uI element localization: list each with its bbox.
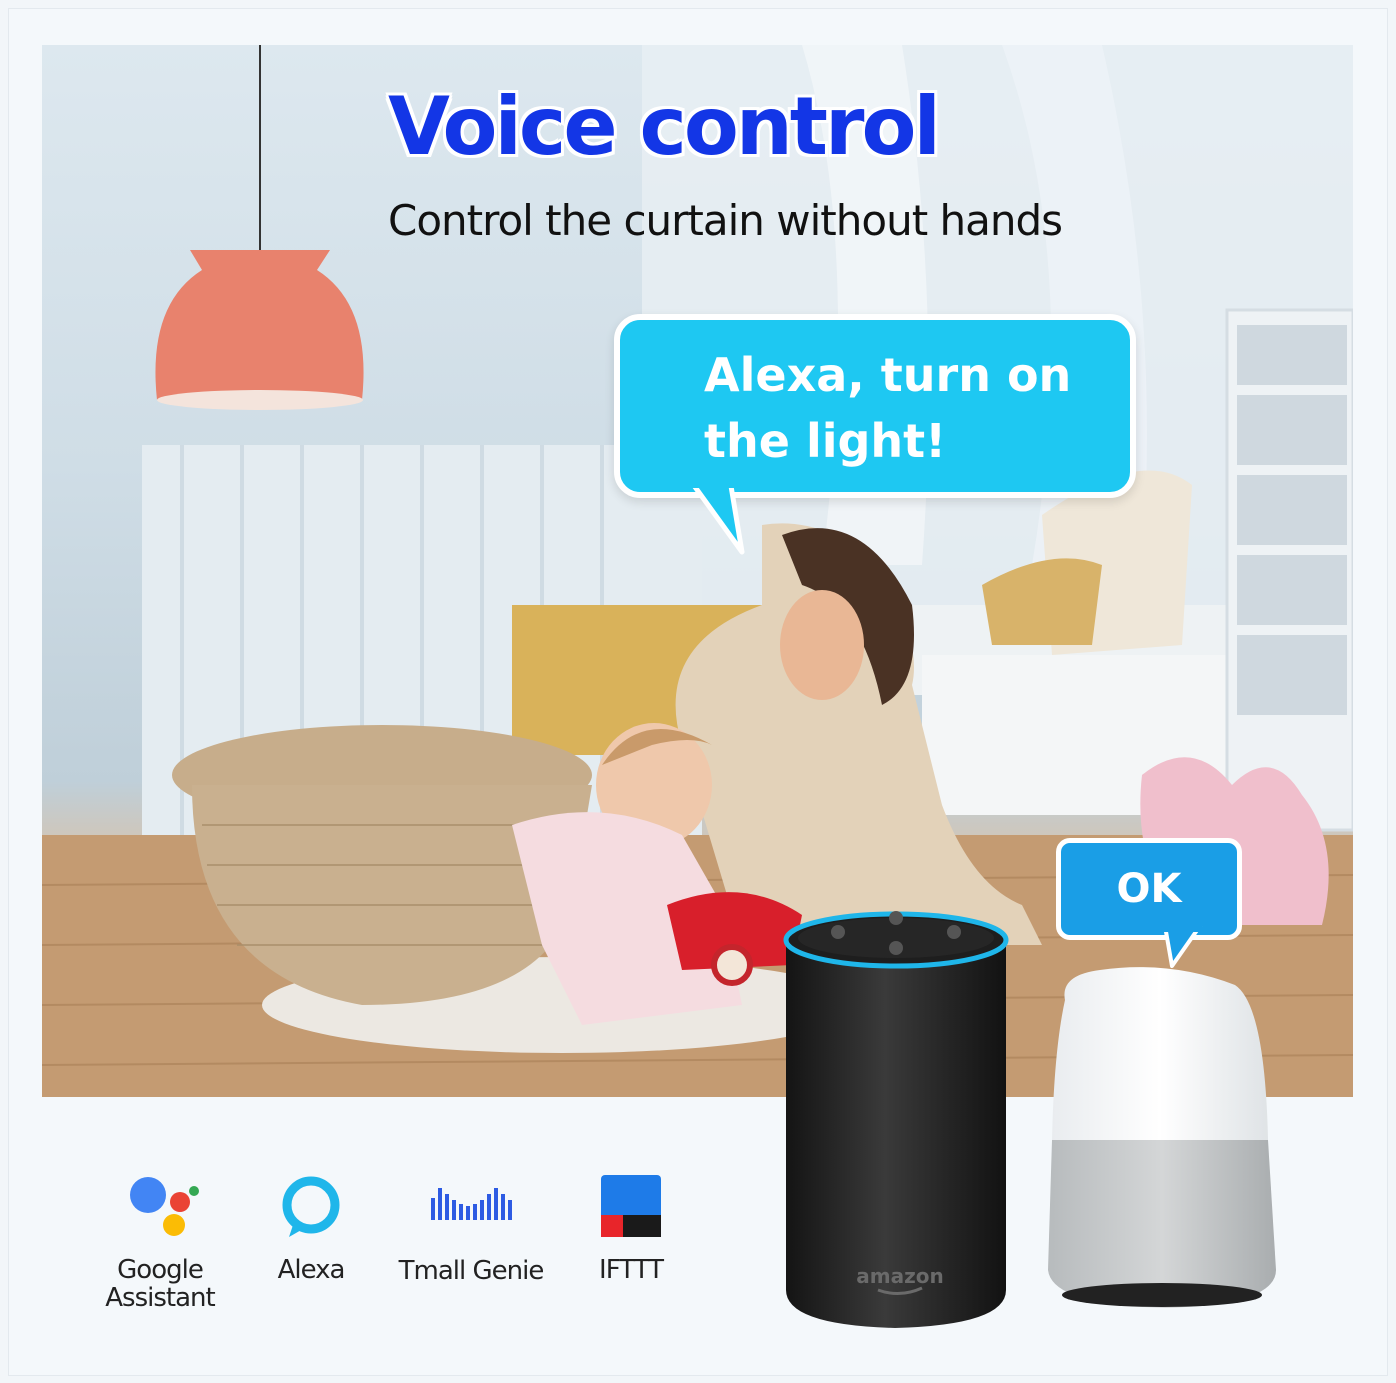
google-home-speaker xyxy=(1048,967,1276,1308)
amazon-echo-speaker: amazon xyxy=(783,911,1009,1328)
ok-reply-text: OK xyxy=(1116,866,1182,912)
page-subtitle: Control the curtain without hands xyxy=(388,196,1063,245)
alexa-icon xyxy=(282,1176,340,1237)
speech-bubble: Alexa, turn on the light! xyxy=(614,314,1136,498)
assistant-alexa: Alexa xyxy=(256,1175,366,1284)
assistant-label: Alexa xyxy=(277,1255,346,1285)
ok-reply-bubble: OK xyxy=(1056,838,1242,940)
assistant-label: IFTTT xyxy=(599,1255,664,1285)
ifttt-icon xyxy=(601,1175,661,1237)
assistant-google: Google Assistant xyxy=(100,1175,220,1312)
assistant-ifttt: IFTTT xyxy=(576,1175,686,1284)
assistant-label: Tmall Genie xyxy=(398,1256,545,1286)
assistant-tmall: Tmall Genie xyxy=(396,1180,546,1285)
speech-bubble-text: Alexa, turn on the light! xyxy=(704,348,1072,468)
tmall-genie-icon xyxy=(431,1188,512,1220)
assistant-label: Google Assistant xyxy=(105,1255,215,1313)
speaker-brand-label: amazon xyxy=(856,1264,943,1288)
ok-bubble-tail xyxy=(1162,926,1202,968)
speech-bubble-tail xyxy=(684,480,745,555)
page-title: Voice control xyxy=(388,80,941,173)
google-assistant-icon xyxy=(130,1177,199,1236)
